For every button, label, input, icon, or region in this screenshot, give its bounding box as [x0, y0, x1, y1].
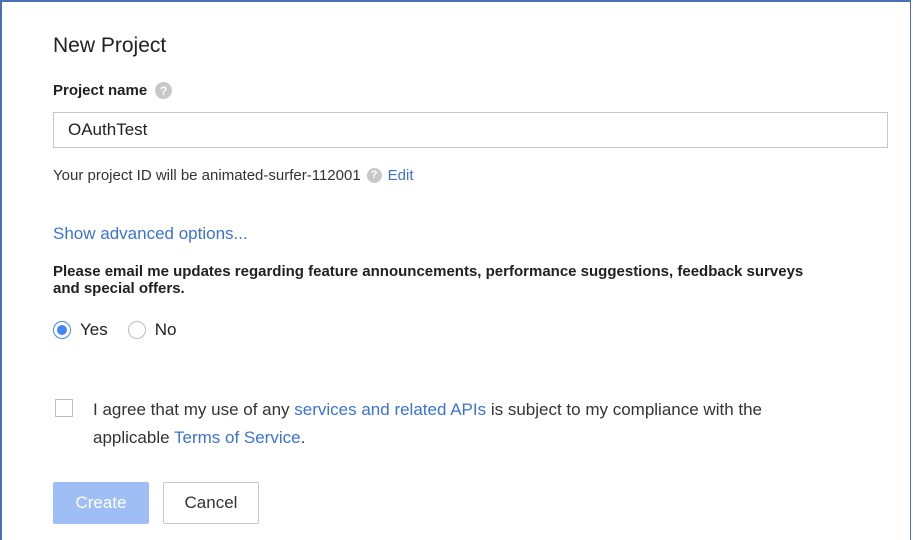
project-name-input[interactable]: OAuthTest: [53, 112, 888, 148]
project-id-help-icon[interactable]: ?: [366, 168, 382, 183]
radio-yes[interactable]: [53, 321, 71, 339]
project-name-label: Project name: [53, 82, 148, 99]
radio-yes-label[interactable]: Yes: [80, 320, 108, 340]
cancel-button[interactable]: Cancel: [163, 482, 259, 524]
email-preference-text: Please email me updates regarding featur…: [53, 263, 804, 297]
project-name-value: OAuthTest: [68, 120, 148, 139]
terms-text: I agree that my use of any services and …: [93, 396, 813, 452]
terms-checkbox[interactable]: [55, 399, 73, 417]
project-id-line: Your project ID will be animated-surfer-…: [53, 167, 414, 184]
services-apis-link[interactable]: services and related APIs: [294, 400, 486, 419]
show-advanced-options-link[interactable]: Show advanced options...: [53, 224, 248, 244]
project-name-label-row: Project name ?: [53, 82, 173, 99]
email-preference-radios: Yes No: [53, 320, 196, 340]
dialog-title: New Project: [53, 34, 167, 57]
radio-no[interactable]: [127, 321, 146, 339]
terms-prefix: I agree that my use of any: [93, 400, 295, 419]
create-button[interactable]: Create: [53, 482, 149, 524]
terms-of-service-link[interactable]: Terms of Service: [174, 428, 301, 447]
help-icon[interactable]: ?: [155, 82, 173, 99]
project-id-text: Your project ID will be animated-surfer-…: [53, 167, 361, 184]
edit-project-id-link[interactable]: Edit: [388, 167, 414, 184]
terms-suffix: .: [300, 428, 306, 447]
radio-no-label[interactable]: No: [155, 320, 177, 340]
